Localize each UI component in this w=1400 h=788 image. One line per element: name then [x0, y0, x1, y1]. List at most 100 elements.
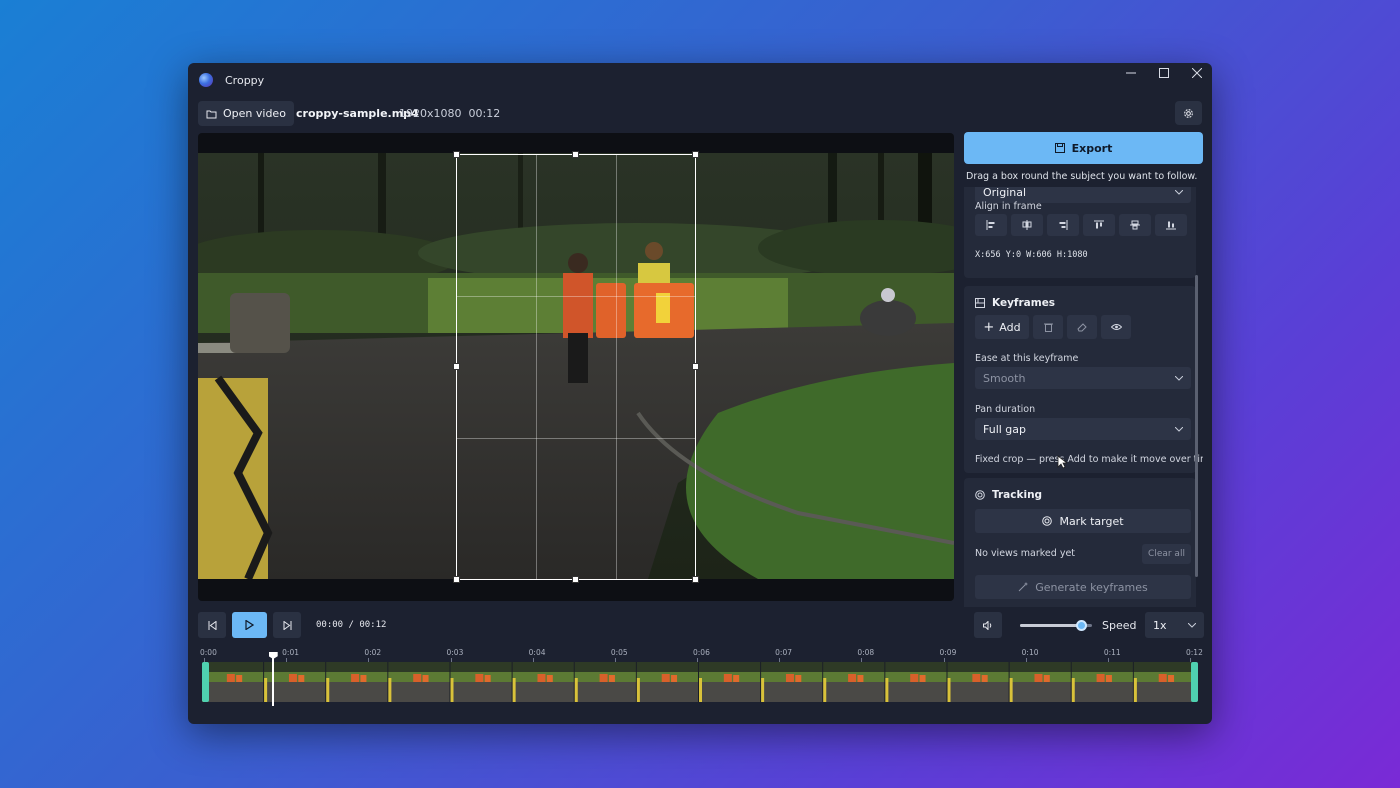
export-button[interactable]: Export: [964, 132, 1203, 164]
timeline-tick-label: 0:11: [1103, 648, 1121, 657]
generate-keyframes-button[interactable]: Generate keyframes: [975, 575, 1191, 599]
save-icon: [1054, 143, 1065, 153]
title-bar: Croppy: [188, 63, 1212, 97]
target-icon: [975, 490, 985, 500]
align-center-h-icon: [1022, 220, 1032, 230]
align-left-button[interactable]: [975, 214, 1007, 236]
align-center-h-button[interactable]: [1011, 214, 1043, 236]
align-center-v-icon: [1130, 220, 1140, 230]
sidebar-scrollbar[interactable]: [1195, 275, 1198, 577]
ease-value: Smooth: [983, 371, 1026, 385]
timeline-tick-label: 0:09: [939, 648, 957, 657]
timeline-tick-label: 0:00: [200, 648, 217, 657]
file-resolution: 1920x1080: [399, 107, 462, 120]
align-bottom-icon: [1166, 221, 1176, 230]
timeline-tick-mark: [368, 658, 370, 662]
skip-back-icon: [208, 620, 216, 630]
tracking-status: No views marked yet: [975, 548, 1076, 559]
mute-button[interactable]: [974, 612, 1002, 638]
folder-icon: [206, 110, 217, 118]
add-keyframe-label: Add: [999, 320, 1021, 334]
filmstrip-frame: [636, 662, 699, 702]
preview-keyframes-button[interactable]: [1101, 315, 1131, 339]
chevron-down-icon: [1175, 189, 1183, 195]
add-keyframe-button[interactable]: + Add: [975, 315, 1029, 339]
pan-duration-value: Full gap: [983, 422, 1027, 436]
timeline[interactable]: 0:00 0:01 0:02 0:03 0:04 0:05 0:06 0:07 0:08 0:09…: [200, 648, 1203, 708]
align-center-v-button[interactable]: [1119, 214, 1151, 236]
maximize-button[interactable]: [1147, 65, 1181, 83]
transport-bar: 00:00 / 00:12 Speed 1x: [198, 612, 1204, 638]
timeline-tick-mark: [1107, 658, 1109, 662]
timeline-tick-label: 0:10: [1021, 648, 1039, 657]
eye-icon: [1110, 324, 1122, 330]
open-video-button[interactable]: Open video: [198, 101, 294, 126]
trash-icon: [1043, 323, 1053, 332]
timeline-tick-mark: [943, 658, 945, 662]
erase-keyframes-button[interactable]: [1067, 315, 1097, 339]
filmstrip-frame: [947, 662, 1010, 702]
filmstrip-frame: [823, 662, 886, 702]
filmstrip-frame: [761, 662, 824, 702]
timeline-tick-mark: [861, 658, 863, 662]
align-right-button[interactable]: [1047, 214, 1079, 236]
file-info: 1920x1080 00:12: [399, 107, 500, 120]
aspect-ratio-value: Original: [983, 187, 1027, 199]
timeline-tick-mark: [697, 658, 698, 662]
pan-duration-select[interactable]: Full gap: [975, 418, 1191, 440]
video-preview[interactable]: [198, 133, 954, 601]
speed-value: 1x: [1153, 618, 1167, 632]
timeline-tick-mark: [204, 658, 205, 662]
mouse-cursor: [1057, 455, 1067, 469]
mark-target-button[interactable]: Mark target: [975, 509, 1191, 533]
chevron-down-icon: [1175, 375, 1183, 381]
timeline-tick-label: 0:12: [1186, 648, 1203, 657]
playhead-handle[interactable]: [268, 652, 278, 659]
timeline-tick-mark: [614, 658, 616, 662]
close-icon: [1192, 68, 1202, 78]
filmstrip-frame: [512, 662, 575, 702]
maximize-icon: [1159, 68, 1169, 78]
sidebar-scroll-area[interactable]: Original Align in frame X:656 Y:0 W:606 …: [964, 187, 1203, 607]
play-button[interactable]: [232, 612, 267, 638]
keyframes-panel: Keyframes + Add Ease at this keyframe Sm…: [964, 286, 1203, 473]
filmstrip-frame: [1071, 662, 1134, 702]
align-bottom-button[interactable]: [1155, 214, 1187, 236]
filmstrip-frames: [202, 662, 1196, 702]
speed-select[interactable]: 1x: [1145, 612, 1204, 638]
timeline-tick-mark: [450, 658, 452, 662]
filmstrip-frame: [202, 662, 265, 702]
pan-duration-label: Pan duration: [975, 404, 1036, 415]
keyframes-icon: [975, 298, 985, 308]
time-display: 00:00 / 00:12: [316, 620, 387, 630]
app-window: Croppy Open video croppy-sample.mp4 1920…: [188, 63, 1212, 724]
skip-back-button[interactable]: [198, 612, 226, 638]
clear-all-button[interactable]: Clear all: [1142, 544, 1191, 564]
chevron-down-icon: [1188, 622, 1196, 628]
volume-thumb[interactable]: [1076, 620, 1088, 631]
align-right-icon: [1059, 220, 1068, 230]
close-button[interactable]: [1180, 65, 1212, 83]
tracking-panel: Tracking Mark target No views marked yet…: [964, 478, 1196, 607]
delete-keyframe-button[interactable]: [1033, 315, 1063, 339]
align-top-button[interactable]: [1083, 214, 1115, 236]
minimize-button[interactable]: [1114, 65, 1148, 83]
timeline-tick-label: 0:04: [528, 648, 546, 657]
toolbar: Open video croppy-sample.mp4 1920x1080 0…: [188, 99, 1212, 129]
magic-wand-icon: [1018, 582, 1029, 592]
filmstrip-frame: [574, 662, 637, 702]
volume-slider[interactable]: [1020, 620, 1092, 631]
clear-all-label: Clear all: [1148, 549, 1185, 559]
crop-hint: Drag a box round the subject you want to…: [966, 171, 1198, 182]
align-top-icon: [1094, 220, 1104, 229]
video-frame: [198, 153, 954, 579]
filmstrip-frame: [885, 662, 948, 702]
ease-select[interactable]: Smooth: [975, 367, 1191, 389]
volume-icon: [982, 620, 991, 630]
skip-forward-button[interactable]: [273, 612, 301, 638]
trim-start-handle[interactable]: [202, 662, 209, 702]
timeline-tick-mark: [1190, 658, 1191, 662]
playhead[interactable]: [272, 656, 275, 706]
settings-button[interactable]: [1175, 101, 1202, 125]
trim-end-handle[interactable]: [1191, 662, 1198, 702]
